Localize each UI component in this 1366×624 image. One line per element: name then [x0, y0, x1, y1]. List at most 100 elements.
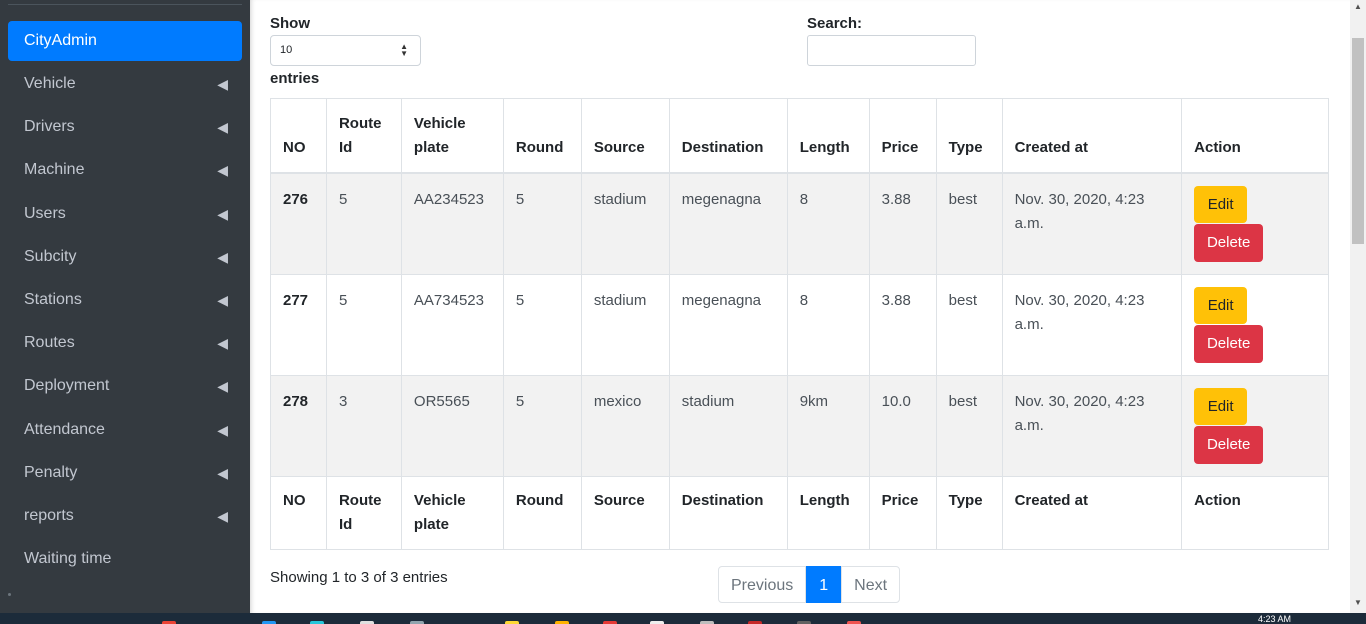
scroll-up-icon[interactable]: ▲ [1354, 2, 1362, 11]
chevron-left-icon: ◀ [217, 378, 228, 395]
cell-route-id: 5 [325, 172, 402, 275]
sidebar-item-label: Penalty [24, 463, 78, 481]
sidebar-item-reports[interactable]: reports ◀ [8, 496, 242, 536]
edit-button[interactable]: Edit [1194, 387, 1248, 425]
sidebar-item-penalty[interactable]: Penalty ◀ [8, 453, 242, 493]
cell-action: Edit Delete [1181, 273, 1329, 376]
sidebar-item-deployment[interactable]: Deployment ◀ [8, 366, 242, 406]
column-header[interactable]: Type [935, 475, 1003, 550]
edit-button[interactable]: Edit [1194, 286, 1248, 324]
column-header[interactable]: Round [502, 98, 582, 174]
column-header[interactable]: Destination [668, 475, 788, 550]
cell-price: 3.88 [868, 273, 937, 376]
scroll-down-icon[interactable]: ▼ [1354, 598, 1362, 607]
table-header-row: NO Route Id Vehicle plate Round Source Destinat… [270, 98, 1329, 174]
cell-length: 8 [786, 172, 870, 275]
entries-select[interactable]: 10 ▲ ▼ [270, 35, 421, 66]
column-header[interactable]: Price [868, 475, 937, 550]
column-header[interactable]: Length [786, 475, 870, 550]
table-row: 278 3 OR5565 5 mexico stadium 9km 10.0 best Nov. … [270, 374, 1329, 477]
column-header[interactable]: NO [270, 98, 327, 174]
sidebar-item-label: Waiting time [24, 550, 112, 568]
taskbar-clock[interactable]: 4:23 AM [1258, 614, 1291, 624]
header-line: Source [593, 491, 645, 509]
sidebar-item-users[interactable]: Users ◀ [8, 194, 242, 234]
header-line: Length [799, 491, 850, 509]
chevron-left-icon: ◀ [217, 248, 228, 265]
sidebar-item-machine[interactable]: Machine ◀ [8, 150, 242, 190]
sidebar-item-label: Attendance [24, 420, 105, 438]
column-header[interactable]: Source [580, 475, 670, 550]
sidebar: CityAdmin Vehicle ◀ Drivers ◀ Machine ◀ Users ◀… [0, 0, 250, 613]
header-line: Route [338, 491, 382, 509]
previous-page-button[interactable]: Previous [718, 566, 807, 603]
column-header[interactable]: Vehicle plate [400, 475, 504, 550]
header-line: Created at [1014, 138, 1088, 156]
column-header[interactable]: Route Id [325, 98, 402, 174]
sidebar-item-subcity[interactable]: Subcity ◀ [8, 237, 242, 277]
column-header[interactable]: Round [502, 475, 582, 550]
sidebar-item-label: Users [24, 204, 66, 222]
sidebar-item-label: Subcity [24, 247, 77, 265]
header-line: Round [515, 138, 564, 156]
column-header[interactable]: Price [868, 98, 937, 174]
sidebar-item-label: Stations [24, 291, 82, 308]
sidebar-item-attendance[interactable]: Attendance ◀ [8, 410, 242, 450]
header-line: Price [881, 491, 919, 509]
column-header[interactable]: Action [1181, 98, 1329, 174]
sidebar-item-drivers[interactable]: Drivers ◀ [8, 107, 242, 147]
column-header[interactable]: Destination [668, 98, 788, 174]
cell-source: stadium [580, 273, 670, 376]
page-1-button[interactable]: 1 [806, 566, 842, 603]
cell-created-at: Nov. 30, 2020, 4:23 a.m. [1001, 172, 1183, 275]
scrollbar-thumb[interactable] [1352, 38, 1364, 244]
cell-plate: AA234523 [400, 172, 504, 275]
cell-created-at: Nov. 30, 2020, 4:23 a.m. [1001, 273, 1183, 376]
sidebar-item-cityadmin[interactable]: CityAdmin [8, 21, 242, 61]
column-header[interactable]: Created at [1001, 475, 1183, 550]
sidebar-item-waiting-time[interactable]: Waiting time [8, 539, 242, 579]
delete-button[interactable]: Delete [1194, 324, 1264, 363]
header-line: plate [413, 138, 449, 156]
chevron-left-icon: ◀ [217, 76, 228, 92]
column-header[interactable]: Route Id [325, 475, 402, 550]
select-arrows-icon: ▲ ▼ [400, 42, 408, 58]
sidebar-item-label: Deployment [24, 377, 110, 395]
column-header[interactable]: Action [1181, 475, 1329, 550]
chevron-left-icon: ◀ [217, 292, 228, 308]
chevron-left-icon: ◀ [217, 508, 228, 524]
header-line: Type [948, 491, 983, 509]
edit-button[interactable]: Edit [1194, 185, 1248, 223]
column-header[interactable]: Length [786, 98, 870, 174]
table-info: Showing 1 to 3 of 3 entries [270, 569, 448, 586]
show-label: Show [270, 15, 310, 32]
sidebar-item-label: Vehicle [24, 75, 76, 92]
cell-route-id: 3 [325, 374, 402, 477]
column-header[interactable]: Type [935, 98, 1003, 174]
header-line: Action [1194, 491, 1241, 509]
sidebar-divider [8, 4, 242, 5]
header-line: Source [593, 138, 645, 156]
chevron-left-icon: ◀ [217, 205, 228, 222]
scrollbar[interactable]: ▲ ▼ [1350, 0, 1366, 613]
cell-action: Edit Delete [1181, 172, 1329, 275]
sidebar-item-vehicle[interactable]: Vehicle ◀ [8, 64, 242, 104]
sidebar-item-routes[interactable]: Routes ◀ [8, 323, 242, 363]
cell-plate: OR5565 [400, 374, 504, 477]
delete-button[interactable]: Delete [1194, 223, 1264, 262]
column-header[interactable]: NO [270, 475, 327, 550]
column-header[interactable]: Created at [1001, 98, 1183, 174]
cell-destination: stadium [668, 374, 788, 477]
header-line: plate [413, 515, 449, 533]
column-header[interactable]: Source [580, 98, 670, 174]
delete-button[interactable]: Delete [1194, 425, 1264, 464]
header-line: Created at [1014, 491, 1088, 509]
sidebar-item-stations[interactable]: Stations ◀ [8, 280, 242, 320]
header-line: Destination [681, 138, 764, 156]
cell-action: Edit Delete [1181, 374, 1329, 477]
cell-round: 5 [502, 273, 582, 376]
search-input[interactable] [807, 35, 976, 66]
next-page-button[interactable]: Next [841, 566, 901, 603]
column-header[interactable]: Vehicle plate [400, 98, 504, 174]
header-line: Id [338, 515, 353, 533]
